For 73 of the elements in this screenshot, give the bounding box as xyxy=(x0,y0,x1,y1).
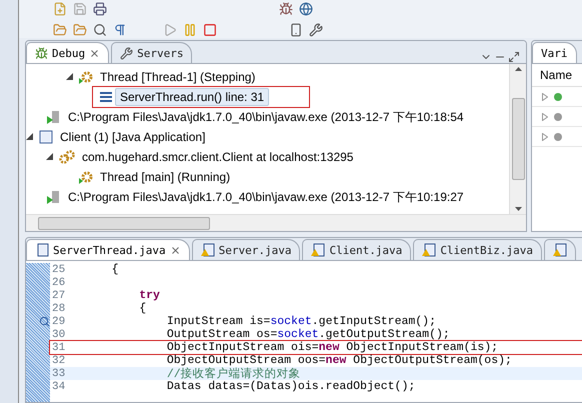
bug-icon xyxy=(35,46,48,60)
stack-frame-icon xyxy=(99,91,113,103)
java-file-warning-icon xyxy=(200,243,215,257)
line-number: 30 xyxy=(51,328,66,340)
tree-item[interactable]: com.hugehard.smcr.client.Client at localhost:13295 xyxy=(77,148,358,166)
folder-icon[interactable] xyxy=(73,22,87,36)
code-line: OutputStream os=socket.getOutputStream(); xyxy=(166,328,450,341)
line-number: 27 xyxy=(51,290,66,302)
tree-item[interactable]: Client (1) [Java Application] xyxy=(55,128,210,146)
line-number: 28 xyxy=(51,302,66,314)
code-line: { xyxy=(138,302,146,315)
expand-toggle-icon[interactable] xyxy=(46,152,53,160)
java-file-icon xyxy=(35,243,49,257)
tree-item[interactable]: Thread [Thread-1] (Stepping) xyxy=(95,68,260,86)
java-file-warning-icon xyxy=(311,243,326,257)
gear-icon xyxy=(79,70,93,84)
stop-icon[interactable] xyxy=(203,22,217,36)
code-line: ObjectOutputStream oos=new ObjectOutputStream(os); xyxy=(166,354,512,367)
tree-item[interactable]: ServerThread.run() line: 31 xyxy=(115,88,270,106)
line-number: 33 xyxy=(51,368,66,380)
column-header[interactable]: Name xyxy=(532,64,582,87)
maximize-icon[interactable] xyxy=(508,51,520,63)
expand-toggle-icon[interactable] xyxy=(542,112,548,120)
expand-toggle-icon[interactable] xyxy=(26,132,33,140)
java-app-icon xyxy=(39,130,53,144)
editor-tab[interactable]: ServerThread.java xyxy=(26,239,190,260)
code-line: { xyxy=(110,263,119,276)
line-number: 25 xyxy=(51,264,66,276)
editor-tab[interactable] xyxy=(544,239,576,260)
folder-icon[interactable] xyxy=(53,22,67,36)
tree-item[interactable]: C:\Program Files\Java\jdk1.7.0_40\bin\javaw.exe (2013-12-7 下午10:19:27 xyxy=(63,186,469,208)
process-icon xyxy=(47,190,61,204)
globe-icon[interactable] xyxy=(299,2,313,16)
expand-toggle-icon[interactable] xyxy=(66,72,73,80)
gear-icon xyxy=(79,170,93,184)
editor-tab[interactable]: Server.java xyxy=(192,239,300,260)
code-line: //接收客户端请求的对象 xyxy=(166,366,301,381)
expand-toggle-icon[interactable] xyxy=(542,132,548,140)
java-file-warning-icon xyxy=(553,243,568,257)
breakpoint-icon[interactable] xyxy=(39,316,50,327)
process-icon xyxy=(47,110,61,124)
view-tab[interactable]: Debug xyxy=(26,42,110,63)
vertical-scrollbar[interactable] xyxy=(509,64,526,214)
line-number: 31 xyxy=(51,342,66,354)
code-line: try xyxy=(138,289,160,302)
editor-tab[interactable]: ClientBiz.java xyxy=(413,239,542,260)
tree-item[interactable]: C:\Program Files\Java\jdk1.7.0_40\bin\javaw.exe (2013-12-7 下午10:18:54 xyxy=(63,106,469,128)
expand-toggle-icon[interactable] xyxy=(542,92,548,100)
code-line: InputStream is=socket.getInputStream(); xyxy=(166,315,436,328)
java-file-warning-icon xyxy=(422,243,436,257)
line-number: 34 xyxy=(51,380,66,392)
view-tab[interactable]: Servers xyxy=(111,42,192,63)
view-tab[interactable]: Vari xyxy=(532,42,576,63)
wrench-icon xyxy=(120,46,134,60)
close-icon[interactable] xyxy=(170,244,181,256)
line-number: 26 xyxy=(51,276,66,288)
wrench-icon[interactable] xyxy=(309,22,323,36)
printer-icon[interactable] xyxy=(93,2,107,16)
tree-item[interactable]: Thread [main] (Running) xyxy=(95,168,236,186)
pilcrow-icon[interactable] xyxy=(113,22,127,36)
code-line: ObjectInputStream ois=new ObjectInputStream(is); xyxy=(166,341,498,354)
horizontal-scrollbar[interactable] xyxy=(26,214,526,231)
bug-icon[interactable] xyxy=(279,2,293,16)
scroll-down-icon[interactable] xyxy=(514,207,522,211)
search-icon[interactable] xyxy=(93,22,107,36)
scroll-up-icon[interactable] xyxy=(514,67,522,71)
code-line: Datas datas=(Datas)ois.readObject(); xyxy=(166,380,416,393)
line-number: 29 xyxy=(51,316,66,328)
editor-tab[interactable]: Client.java xyxy=(302,239,412,260)
phone-icon[interactable] xyxy=(289,22,303,36)
close-icon[interactable] xyxy=(89,48,100,58)
gears-icon xyxy=(59,150,75,164)
line-number: 32 xyxy=(51,354,66,366)
